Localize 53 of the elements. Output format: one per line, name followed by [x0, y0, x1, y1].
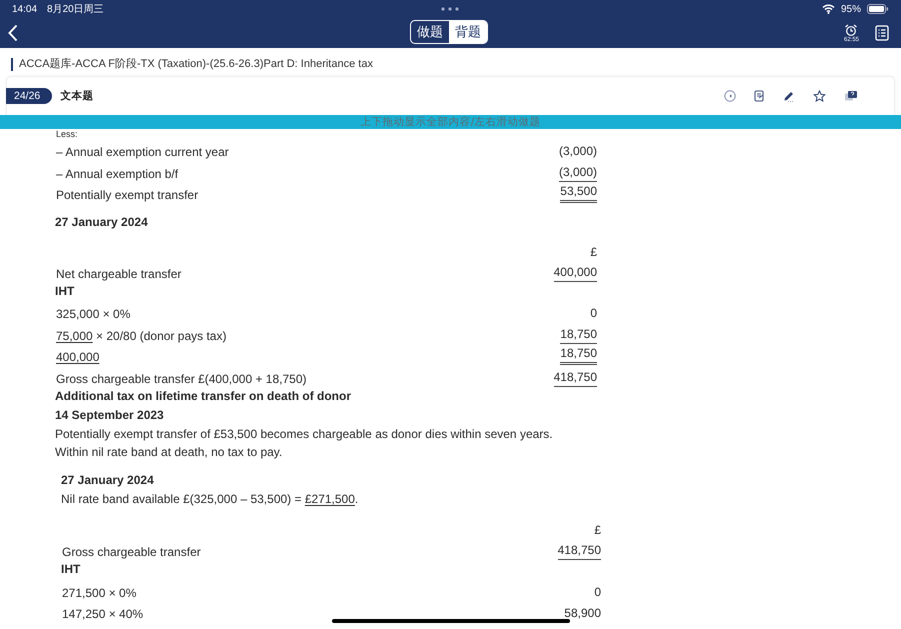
line-label: – Annual exemption current year — [56, 145, 229, 160]
line-label: 75,000 × 20/80 (donor pays tax) — [56, 328, 226, 344]
paragraph: Within nil rate band at death, no tax to pay. — [55, 444, 284, 461]
amount: 418,750 — [554, 370, 597, 387]
pencil-icon[interactable] — [783, 90, 795, 102]
amount: 18,750 — [560, 326, 597, 344]
status-time: 14:04 — [12, 4, 38, 14]
amount: 53,500 — [560, 184, 597, 204]
section-heading: IHT — [55, 282, 76, 300]
amount: 418,750 — [558, 543, 601, 560]
question-type: 文本题 — [60, 89, 94, 103]
line-label: – Annual exemption b/f — [56, 166, 178, 182]
line-label: 400,000 — [56, 350, 100, 366]
question-counter: 24/26 — [6, 88, 52, 104]
section-heading: 27 January 2024 — [61, 472, 155, 489]
wifi-icon — [822, 4, 835, 14]
section-heading: Additional tax on lifetime transfer on death of donor — [55, 388, 352, 405]
breadcrumb: ACCA题库-ACCA F阶段-TX (Taxation)-(25.6-26.3)Part D: Inheritance tax — [11, 58, 901, 71]
line-label: Potentially exempt transfer — [56, 188, 198, 204]
amount: £ — [594, 522, 601, 539]
status-date: 8月20日周三 — [47, 3, 104, 16]
back-icon[interactable] — [8, 24, 18, 42]
mode-tab[interactable]: 做题 — [411, 21, 449, 43]
line-label: Net chargeable transfer — [56, 266, 182, 282]
mode-tab[interactable]: 背题 — [449, 21, 487, 43]
more-dots-icon[interactable] — [441, 7, 459, 11]
amount: £ — [590, 244, 597, 261]
question-chat-icon[interactable] — [844, 90, 858, 102]
hint-banner: 上下拖动显示全部内容/左右滑动做题 — [0, 115, 901, 129]
battery-percent: 95% — [840, 4, 861, 14]
paragraph: Potentially exempt transfer of £53,500 becomes chargeable as donor dies within seven years. — [55, 426, 554, 443]
section-heading: 14 September 2023 — [55, 406, 165, 424]
amount: 400,000 — [554, 264, 597, 282]
answer-sheet-icon[interactable] — [875, 25, 889, 41]
line-label: Gross chargeable transfer £(400,000 + 18,750) — [56, 372, 306, 387]
star-icon[interactable] — [813, 90, 826, 102]
section-heading: IHT — [61, 561, 82, 578]
audio-icon[interactable] — [724, 90, 736, 102]
amount: 0 — [594, 584, 601, 601]
line-label: Gross chargeable transfer — [62, 545, 201, 560]
line-label: 325,000 × 0% — [56, 307, 130, 322]
line-label: 271,500 × 0% — [62, 586, 136, 601]
amount: (3,000) — [558, 164, 597, 182]
amount: 18,750 — [560, 346, 597, 366]
amount: 58,900 — [564, 606, 601, 622]
notes-icon[interactable] — [754, 90, 765, 102]
line-label: Less: — [56, 129, 78, 139]
amount: (3,000) — [558, 144, 597, 160]
paragraph: Nil rate band available £(325,000 – 53,500) = £271,500. — [61, 490, 360, 508]
battery-icon — [867, 4, 889, 14]
line-label: 147,250 × 40% — [62, 607, 144, 622]
amount: 0 — [590, 306, 597, 322]
section-heading: 27 January 2024 — [55, 214, 149, 232]
